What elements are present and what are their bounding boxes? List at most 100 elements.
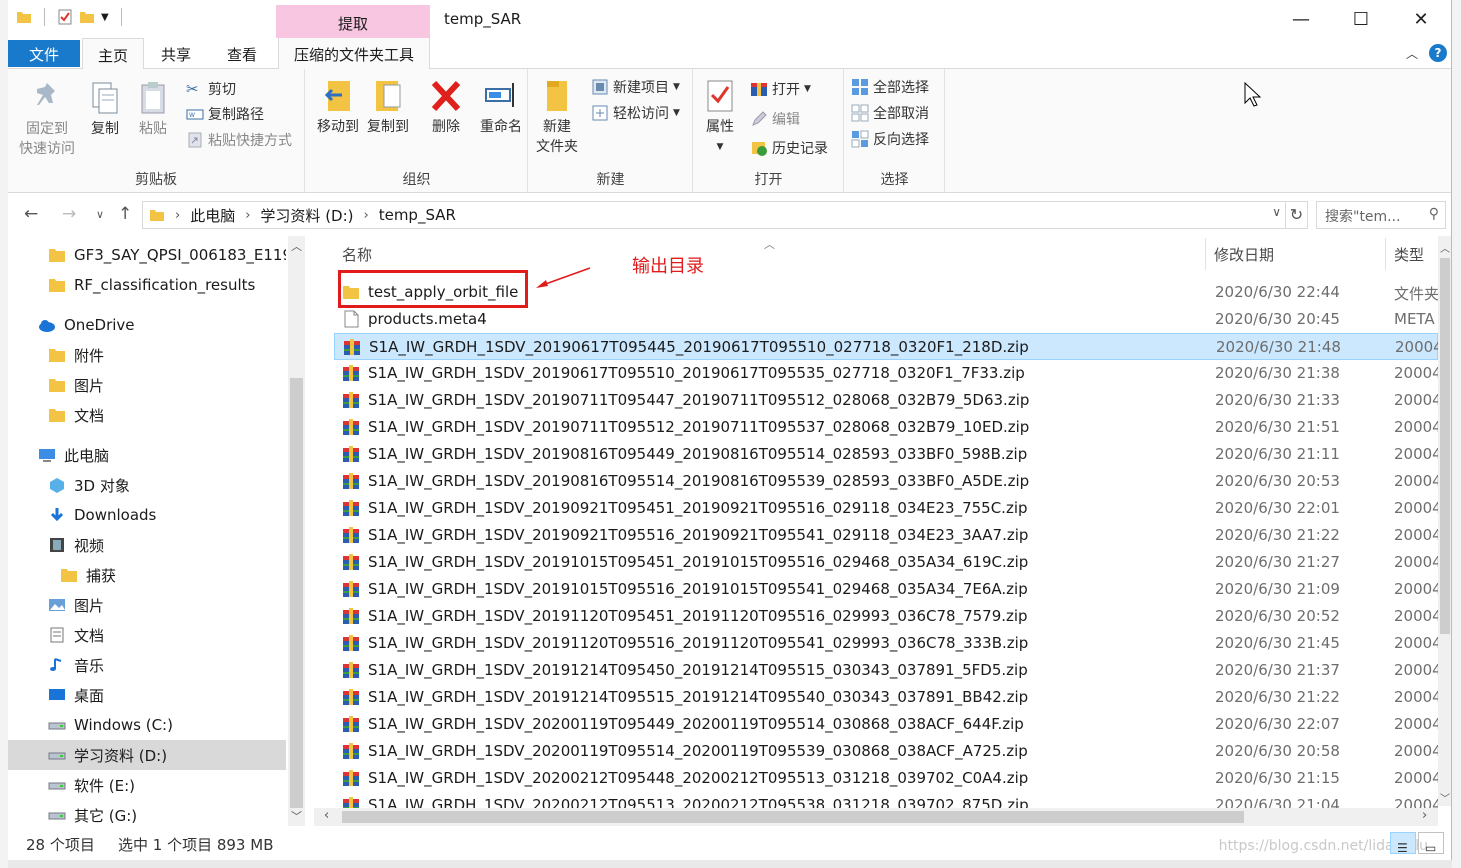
history-button[interactable]: 历史记录: [750, 138, 828, 158]
tab-compressed-folder-tools[interactable]: 压缩的文件夹工具: [278, 38, 430, 69]
nav-item[interactable]: 图片: [8, 590, 286, 620]
file-row[interactable]: S1A_IW_GRDH_1SDV_20190921T095516_2019092…: [334, 522, 1438, 549]
close-button[interactable]: ✕: [1392, 0, 1450, 38]
horizontal-scrollbar-thumb[interactable]: [342, 811, 1244, 823]
column-divider[interactable]: [1385, 238, 1386, 270]
delete-button[interactable]: 删除: [426, 77, 466, 137]
pin-quick-access-button[interactable]: 固定到 快速访问: [12, 79, 82, 159]
file-row[interactable]: S1A_IW_GRDH_1SDV_20190816T095514_2019081…: [334, 468, 1438, 495]
paste-button[interactable]: 粘贴: [132, 79, 174, 139]
up-arrow-icon[interactable]: ↑: [118, 204, 132, 224]
file-row[interactable]: S1A_IW_GRDH_1SDV_20190921T095451_2019092…: [334, 495, 1438, 522]
rename-button[interactable]: 重命名: [476, 77, 526, 137]
file-row[interactable]: S1A_IW_GRDH_1SDV_20190816T095449_2019081…: [334, 441, 1438, 468]
file-row[interactable]: S1A_IW_GRDH_1SDV_20200119T095514_2020011…: [334, 738, 1438, 765]
tab-file[interactable]: 文件: [8, 40, 80, 67]
scroll-up-icon[interactable]: ︿: [291, 238, 302, 254]
collapse-ribbon-icon[interactable]: ︿: [1406, 45, 1418, 62]
maximize-button[interactable]: ☐: [1332, 0, 1390, 38]
help-icon[interactable]: ?: [1429, 44, 1447, 62]
breadcrumb-drive-d[interactable]: 学习资料 (D:): [260, 205, 353, 226]
nav-item[interactable]: Downloads: [8, 500, 286, 530]
nav-item[interactable]: 桌面: [8, 680, 286, 710]
scroll-down-icon[interactable]: ﹀: [1440, 790, 1450, 805]
copy-path-button[interactable]: W 复制路径: [186, 104, 264, 124]
copy-to-button[interactable]: 复制到: [364, 77, 412, 137]
vertical-scrollbar-thumb[interactable]: [1440, 258, 1450, 634]
file-row[interactable]: S1A_IW_GRDH_1SDV_20191120T095451_2019112…: [334, 603, 1438, 630]
invert-selection-button[interactable]: 反向选择: [851, 129, 929, 149]
file-list-horizontal-scrollbar[interactable]: ‹ ›: [314, 808, 1438, 826]
edit-button[interactable]: 编辑: [750, 109, 800, 129]
nav-item[interactable]: 此电脑: [8, 440, 286, 470]
address-bar[interactable]: › 此电脑 › 学习资料 (D:) › temp_SAR ∨: [142, 201, 1286, 229]
file-row[interactable]: S1A_IW_GRDH_1SDV_20200119T095449_2020011…: [334, 711, 1438, 738]
breadcrumb-chevron-icon[interactable]: ›: [245, 208, 250, 223]
file-row[interactable]: test_apply_orbit_file 2020/6/30 22:44 文件夹: [334, 279, 1438, 306]
column-header-date[interactable]: 修改日期: [1214, 236, 1384, 272]
file-row[interactable]: S1A_IW_GRDH_1SDV_20200212T095448_2020021…: [334, 765, 1438, 792]
forward-arrow-icon[interactable]: →: [62, 204, 76, 224]
large-icons-view-button[interactable]: ▭: [1418, 832, 1444, 855]
nav-item[interactable]: 文档: [8, 400, 286, 430]
new-item-button[interactable]: 新建项目 ▼: [591, 77, 680, 97]
new-folder-button[interactable]: 新建 文件夹: [533, 77, 581, 157]
easy-access-button[interactable]: 轻松访问 ▼: [591, 103, 680, 123]
recent-locations-chevron-icon[interactable]: ∨: [96, 208, 104, 221]
nav-item[interactable]: OneDrive: [8, 310, 286, 340]
file-row[interactable]: S1A_IW_GRDH_1SDV_20190617T095445_2019061…: [334, 333, 1439, 360]
minimize-button[interactable]: —: [1272, 0, 1330, 38]
move-to-button[interactable]: 移动到: [314, 77, 362, 137]
file-row[interactable]: S1A_IW_GRDH_1SDV_20191015T095451_2019101…: [334, 549, 1438, 576]
properties-check-icon[interactable]: [57, 9, 73, 25]
tab-share[interactable]: 共享: [148, 38, 204, 69]
nav-item[interactable]: 捕获: [8, 560, 286, 590]
nav-item[interactable]: 其它 (G:): [8, 800, 286, 826]
file-row[interactable]: S1A_IW_GRDH_1SDV_20190617T095510_2019061…: [334, 360, 1438, 387]
qat-dropdown-icon[interactable]: ▼: [101, 12, 109, 23]
refresh-button[interactable]: ↻: [1286, 201, 1308, 229]
nav-scrollbar-thumb[interactable]: [290, 378, 303, 808]
nav-item[interactable]: RF_classification_results: [8, 270, 286, 300]
breadcrumb-chevron-icon[interactable]: ›: [175, 208, 180, 223]
breadcrumb-temp-sar[interactable]: temp_SAR: [379, 206, 456, 224]
file-row[interactable]: S1A_IW_GRDH_1SDV_20191214T095515_2019121…: [334, 684, 1438, 711]
scroll-up-icon[interactable]: ︿: [1440, 240, 1450, 255]
tab-home[interactable]: 主页: [82, 38, 144, 70]
back-arrow-icon[interactable]: ←: [24, 204, 38, 224]
select-none-button[interactable]: 全部取消: [851, 103, 929, 123]
nav-item[interactable]: GF3_SAY_QPSI_006183_E119.: [8, 240, 286, 270]
nav-item[interactable]: 图片: [8, 370, 286, 400]
file-row[interactable]: products.meta4 2020/6/30 20:45 META: [334, 306, 1438, 333]
column-divider[interactable]: [1205, 238, 1206, 270]
search-input[interactable]: 搜索"tem... ⚲: [1316, 201, 1446, 229]
tab-view[interactable]: 查看: [214, 38, 270, 69]
column-header-type[interactable]: 类型: [1394, 236, 1438, 272]
select-all-button[interactable]: 全部选择: [851, 77, 929, 97]
file-row[interactable]: S1A_IW_GRDH_1SDV_20190711T095512_2019071…: [334, 414, 1438, 441]
new-folder-icon[interactable]: [79, 9, 95, 25]
cut-button[interactable]: ✂ 剪切: [186, 79, 236, 99]
copy-button[interactable]: 复制: [84, 79, 126, 139]
paste-shortcut-button[interactable]: 粘贴快捷方式: [186, 130, 292, 150]
file-row[interactable]: S1A_IW_GRDH_1SDV_20191015T095516_2019101…: [334, 576, 1438, 603]
column-header-name[interactable]: 名称: [334, 236, 1194, 272]
properties-button[interactable]: 属性 ▼: [700, 77, 740, 157]
nav-item[interactable]: 音乐: [8, 650, 286, 680]
scroll-left-icon[interactable]: ‹: [324, 808, 329, 823]
nav-item[interactable]: 视频: [8, 530, 286, 560]
file-row[interactable]: S1A_IW_GRDH_1SDV_20191214T095450_2019121…: [334, 657, 1438, 684]
scroll-down-icon[interactable]: ﹀: [291, 808, 302, 824]
open-button[interactable]: 打开 ▼: [750, 79, 811, 99]
nav-item[interactable]: 文档: [8, 620, 286, 650]
nav-item[interactable]: Windows (C:): [8, 710, 286, 740]
file-row[interactable]: S1A_IW_GRDH_1SDV_20190711T095447_2019071…: [334, 387, 1438, 414]
address-dropdown-icon[interactable]: ∨: [1272, 205, 1281, 219]
breadcrumb-this-pc[interactable]: 此电脑: [190, 205, 235, 226]
nav-item[interactable]: 3D 对象: [8, 470, 286, 500]
breadcrumb-chevron-icon[interactable]: ›: [364, 208, 369, 223]
details-view-button[interactable]: ☰: [1390, 832, 1416, 855]
file-list-vertical-scrollbar[interactable]: ︿ ﹀: [1438, 236, 1451, 806]
nav-item[interactable]: 学习资料 (D:): [8, 740, 286, 770]
nav-scrollbar[interactable]: ︿ ﹀: [288, 236, 305, 826]
